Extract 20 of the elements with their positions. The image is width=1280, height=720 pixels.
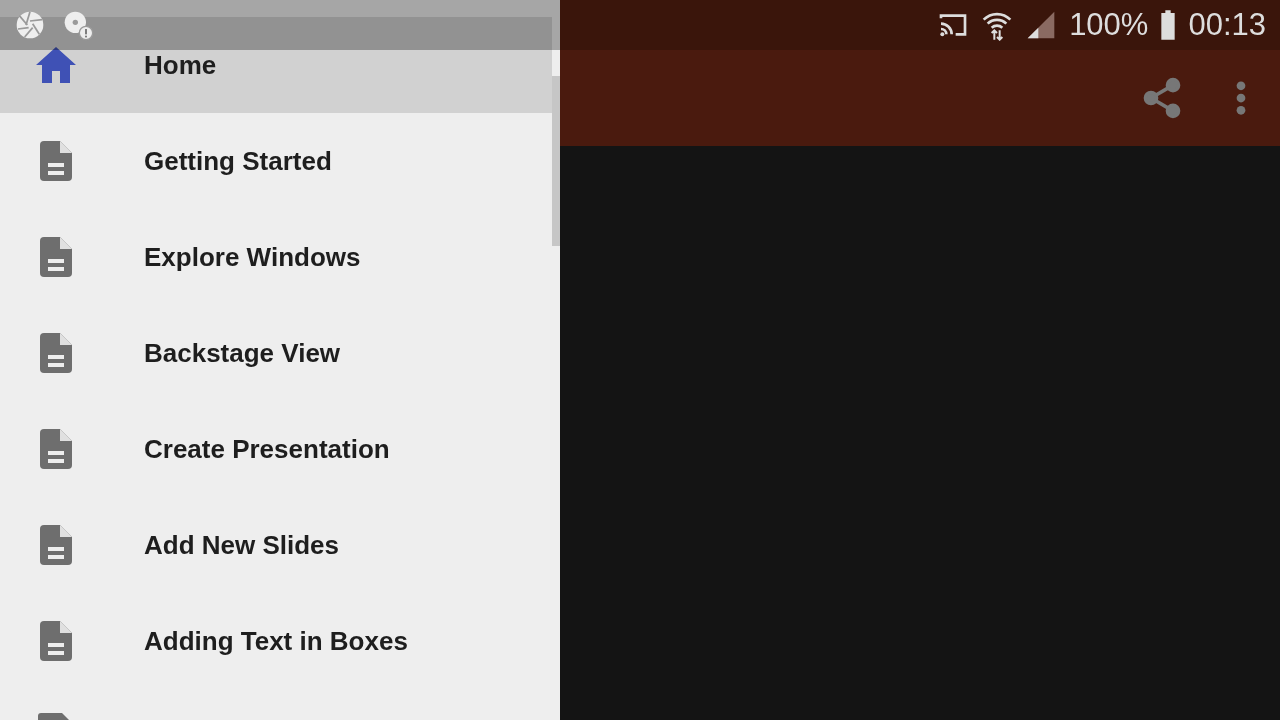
drawer-item-label: Create Presentation xyxy=(144,433,390,465)
drawer-item[interactable]: Backstage View xyxy=(0,305,552,401)
drawer-item-label: Adding Text in Boxes xyxy=(144,625,408,657)
battery-icon xyxy=(1160,9,1177,41)
disc-alert-icon xyxy=(62,9,94,41)
battery-percent: 100% xyxy=(1069,7,1149,43)
drawer-item-label: Home xyxy=(144,49,217,81)
drawer-item-label: Getting Started xyxy=(144,145,332,177)
drawer-item[interactable]: Explore Windows xyxy=(0,209,552,305)
aperture-icon xyxy=(14,9,46,41)
drawer-item-label: Add New Slides xyxy=(144,529,340,561)
drawer-item-label: Backstage View xyxy=(144,337,341,369)
drawer-item[interactable]: Add New Slides xyxy=(0,497,552,593)
drawer-item[interactable]: Getting Started xyxy=(0,113,552,209)
drawer-item-label: Explore Windows xyxy=(144,241,361,273)
clock: 00:13 xyxy=(1188,7,1266,43)
drawer-item[interactable]: Adding Text in Boxes xyxy=(0,593,552,689)
drawer-item[interactable]: Create Presentation xyxy=(0,401,552,497)
scrollbar[interactable] xyxy=(552,76,560,246)
drawer-item[interactable]: Home xyxy=(0,17,552,113)
